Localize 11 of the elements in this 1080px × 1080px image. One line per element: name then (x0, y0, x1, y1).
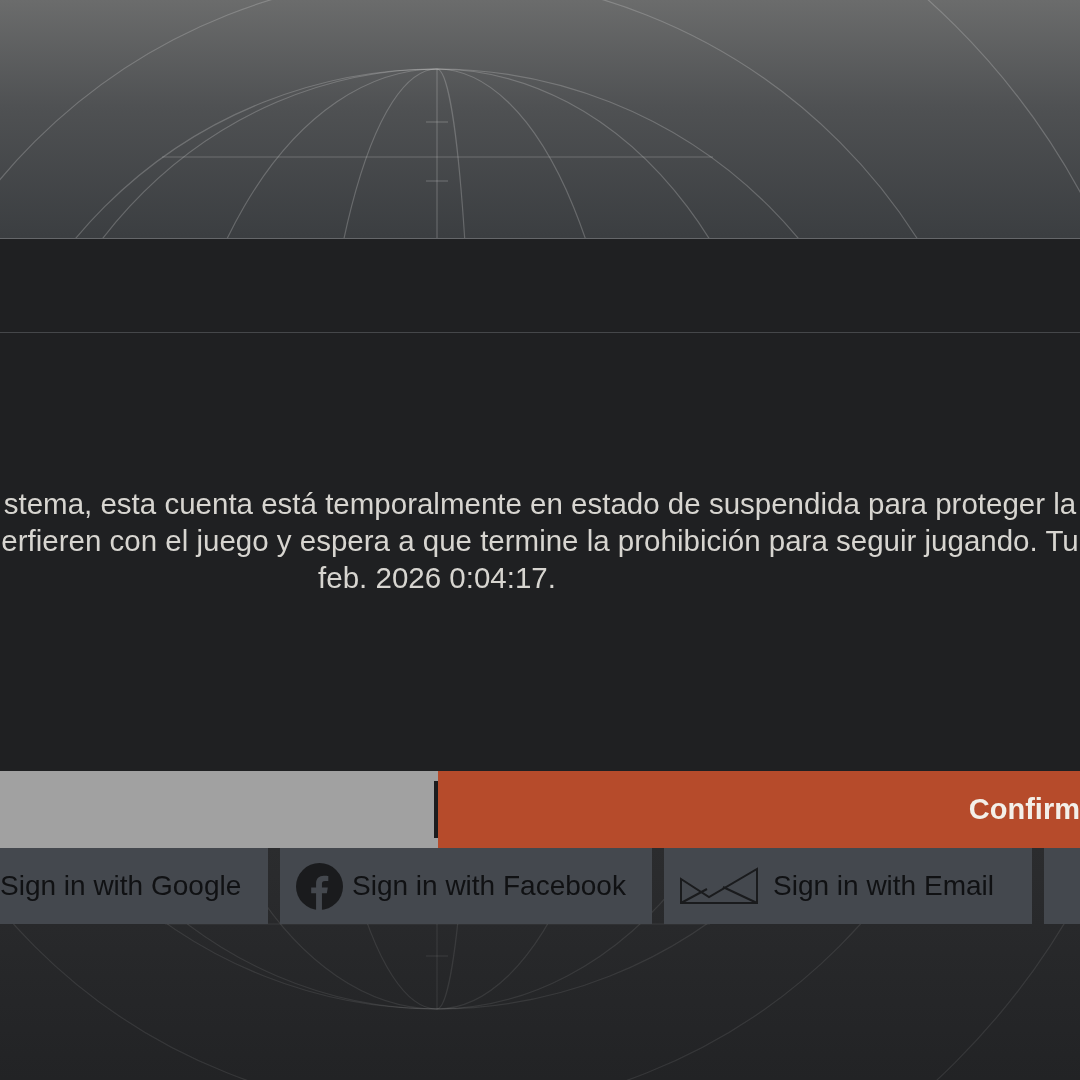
message-text: stema, esta cuenta está temporalmente en estado de suspendida para proteger la (2, 486, 1078, 522)
confirm-button[interactable]: Confirm (438, 771, 1080, 848)
secondary-button[interactable] (0, 771, 438, 848)
message-text: erfieren con el juego y espera a que termine la prohibición para seguir jugando. Tu (0, 523, 1080, 559)
facebook-icon (296, 862, 343, 910)
envelope-icon (679, 867, 759, 905)
sign-in-button[interactable]: Sign in with Email (664, 848, 1032, 924)
sign-in-button[interactable] (1044, 848, 1080, 924)
message-text: feb. 2026 0:04:17. (317, 560, 557, 596)
sign-in-button[interactable]: Sign in with Facebook (280, 848, 652, 924)
sign-in-button[interactable]: Sign in with Google (0, 848, 268, 924)
